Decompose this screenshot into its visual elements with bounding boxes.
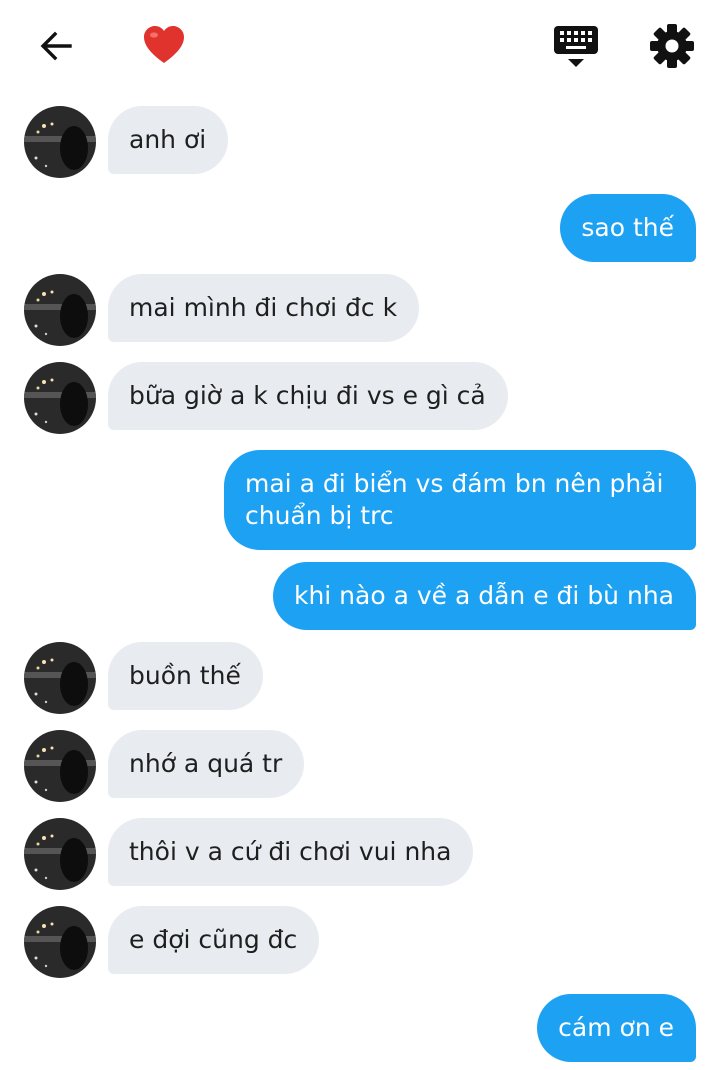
heart-icon[interactable] (142, 25, 186, 65)
settings-gear-icon[interactable] (648, 22, 696, 70)
message-bubble-received[interactable]: buồn thế (108, 642, 263, 710)
message-bubble-received[interactable]: thôi v a cứ đi chơi vui nha (108, 818, 474, 886)
contact-avatar[interactable] (24, 906, 96, 978)
contact-avatar[interactable] (24, 274, 96, 346)
contact-avatar[interactable] (24, 362, 96, 434)
message-bubble-sent[interactable]: mai a đi biển vs đám bn nên phải chuẩn b… (224, 450, 696, 550)
back-arrow-icon[interactable] (36, 26, 76, 66)
message-bubble-received[interactable]: anh ơi (108, 106, 229, 174)
contact-avatar[interactable] (24, 730, 96, 802)
message-bubble-received[interactable]: nhớ a quá tr (108, 730, 305, 798)
message-bubble-sent[interactable]: khi nào a về a dẫn e đi bù nha (272, 562, 696, 630)
message-bubble-received[interactable]: bữa giờ a k chịu đi vs e gì cả (108, 362, 508, 430)
contact-avatar[interactable] (24, 818, 96, 890)
chat-header (0, 0, 720, 90)
keyboard-icon[interactable] (552, 24, 600, 70)
message-bubble-received[interactable]: mai mình đi chơi đc k (108, 274, 420, 342)
message-bubble-sent[interactable]: sao thế (560, 194, 696, 262)
contact-avatar[interactable] (24, 106, 96, 178)
message-bubble-sent[interactable]: cám ơn e (537, 994, 696, 1062)
contact-avatar[interactable] (24, 642, 96, 714)
message-bubble-received[interactable]: e đợi cũng đc (108, 906, 320, 974)
